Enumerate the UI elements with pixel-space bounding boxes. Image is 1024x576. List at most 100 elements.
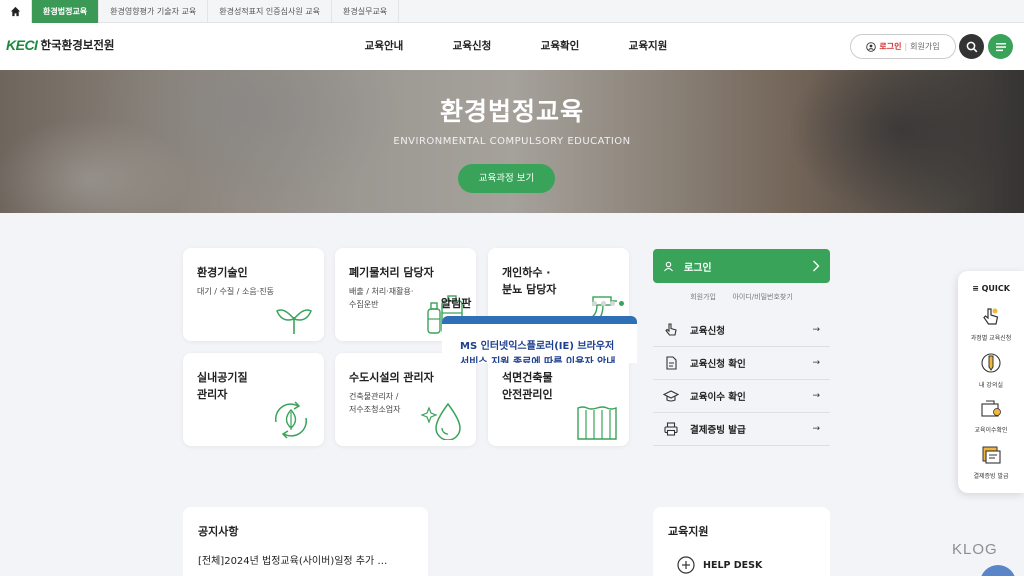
pointer-icon — [665, 323, 677, 336]
service-payment-receipt[interactable]: 결제증빙 발급 → — [653, 413, 830, 446]
login-bar-button[interactable]: 로그인 — [653, 249, 830, 283]
tab-eia-engineer-education[interactable]: 환경영향평가 기술자 교육 — [99, 0, 209, 23]
carousel-dot[interactable] — [592, 301, 597, 306]
search-icon — [966, 41, 977, 52]
login-join-pill: 로그인 | 회원가입 — [850, 34, 956, 59]
hamburger-icon — [995, 42, 1006, 51]
hero-banner: 환경법정교육 ENVIRONMENTAL COMPULSORY EDUCATIO… — [0, 70, 1024, 213]
card-environmental-technician[interactable]: 환경기술인 대기 / 수질 / 소음·진동 — [183, 248, 324, 341]
service-label: 교육신청 확인 — [690, 359, 746, 370]
menu-button[interactable] — [988, 34, 1013, 59]
notice-item[interactable]: [전체]2024년 법정교육(사이버)일정 추가 … — [198, 552, 387, 567]
banner-accent-strip — [442, 316, 637, 324]
card-title: 실내공기질 관리자 — [197, 371, 248, 401]
quick-item-label: 교육이수확인 — [974, 427, 1008, 434]
carousel-dot[interactable] — [601, 301, 606, 306]
quick-item-label: 과정별 교육신청 — [970, 335, 1012, 342]
site-tabs-bar: 환경법정교육 환경영향평가 기술자 교육 환경성적표지 인증심사원 교육 환경실… — [0, 0, 1024, 23]
help-desk-label: HELP DESK — [703, 559, 763, 571]
card-desc: 대기 / 수질 / 소음·진동 — [197, 287, 274, 296]
notice-panel: 공지사항 [전체]2024년 법정교육(사이버)일정 추가 … — [183, 507, 428, 576]
nav-education-info[interactable]: 교육안내 — [340, 23, 428, 70]
nav-education-apply[interactable]: 교육신청 — [428, 23, 516, 70]
user-icon — [664, 261, 673, 271]
banner-line-2: 서비스 지원 종료에 따른 이용자 안내 — [460, 357, 616, 363]
help-desk-icon — [677, 556, 695, 574]
alarm-board-title: 알림판 — [441, 297, 472, 310]
hero-title: 환경법정교육 — [439, 97, 584, 126]
receipt-icon — [982, 446, 1001, 464]
arrow-right-icon: → — [812, 391, 820, 401]
logo-name: 한국환경보전원 — [40, 38, 115, 52]
quick-item-label: 내 강의실 — [979, 382, 1003, 389]
card-title: 환경기술인 — [197, 266, 248, 279]
card-title: 폐기물처리 담당자 — [349, 266, 434, 279]
tab-environmental-practice-education[interactable]: 환경실무교육 — [332, 0, 400, 23]
site-logo[interactable]: KECI 한국환경보전원 — [6, 37, 115, 53]
watermark-logo: KLOG — [952, 541, 998, 558]
carousel-dot[interactable] — [610, 301, 615, 306]
alarm-banner[interactable]: MS 인터넷익스플로러(IE) 브라우저 서비스 지원 종료에 따른 이용자 안… — [442, 316, 637, 363]
service-label: 교육이수 확인 — [690, 392, 746, 403]
printer-icon — [664, 422, 678, 436]
notice-title: 공지사항 — [198, 525, 239, 538]
quick-item-label: 결제증빙 발급 — [973, 473, 1009, 480]
help-desk-link[interactable]: HELP DESK — [677, 556, 762, 574]
education-support-panel: 교육지원 HELP DESK — [653, 507, 830, 576]
support-title: 교육지원 — [668, 525, 709, 538]
banner-line-1: MS 인터넷익스플로러(IE) 브라우저 — [460, 341, 615, 352]
quick-course-apply[interactable]: 과정별 교육신청 — [958, 307, 1024, 342]
chevron-right-icon — [813, 260, 820, 272]
service-completion-check[interactable]: 교육이수 확인 → — [653, 380, 830, 413]
user-icon — [866, 41, 877, 52]
pencil-icon — [981, 353, 1001, 373]
quick-menu-title: QUICK — [981, 284, 1010, 293]
recycle-leaf-icon — [274, 401, 308, 439]
carousel-dot-active[interactable] — [619, 301, 624, 306]
main-nav: 교육안내 교육신청 교육확인 교육지원 — [340, 23, 692, 70]
carousel-dots — [592, 301, 624, 306]
card-title: 개인하수 · 분뇨 담당자 — [502, 266, 557, 296]
hero-subtitle: ENVIRONMENTAL COMPULSORY EDUCATION — [393, 136, 631, 147]
certificate-icon — [981, 400, 1001, 417]
building-panel-icon — [577, 406, 617, 440]
service-label: 결제증빙 발급 — [690, 425, 746, 436]
graduation-cap-icon — [663, 390, 679, 402]
quick-completion-check[interactable]: 교육이수확인 — [958, 399, 1024, 434]
quick-menu-header: ≡ QUICK — [958, 284, 1024, 293]
card-title: 수도시설의 관리자 — [349, 371, 434, 384]
nav-education-check[interactable]: 교육확인 — [516, 23, 604, 70]
account-links: 회원가입 아이디/비밀번호찾기 — [653, 292, 830, 302]
arrow-right-icon: → — [812, 325, 820, 335]
logo-mark: KECI — [6, 37, 38, 53]
tab-environmental-legal-education[interactable]: 환경법정교육 — [32, 0, 100, 23]
service-education-apply[interactable]: 교육신청 → — [653, 314, 830, 347]
join-link[interactable]: 회원가입 — [690, 293, 716, 301]
login-bar-label: 로그인 — [684, 262, 712, 274]
service-education-apply-check[interactable]: 교육신청 확인 → — [653, 347, 830, 380]
header-login-link[interactable]: 로그인 — [879, 41, 901, 52]
find-id-password-link[interactable]: 아이디/비밀번호찾기 — [732, 293, 792, 301]
header-join-link[interactable]: 회원가입 — [910, 41, 939, 52]
tab-eco-label-auditor-education[interactable]: 환경성적표지 인증심사원 교육 — [208, 0, 332, 23]
main-content: 환경기술인 대기 / 수질 / 소음·진동 폐기물처리 담당자 배출 / 처리·… — [0, 213, 1024, 576]
quick-my-classroom[interactable]: 내 강의실 — [958, 352, 1024, 389]
service-list: 교육신청 → 교육신청 확인 → 교육이수 확인 → 결제증빙 발급 → — [653, 314, 830, 446]
sprout-icon — [276, 309, 312, 334]
card-asbestos-safety-manager[interactable]: 석면건축물 안전관리인 — [488, 353, 629, 446]
card-indoor-air-manager[interactable]: 실내공기질 관리자 — [183, 353, 324, 446]
view-courses-button[interactable]: 교육과정 보기 — [458, 164, 555, 193]
home-button[interactable] — [0, 0, 32, 23]
quick-menu: ≡ QUICK 과정별 교육신청 내 강의실 교육이수확인 결제증빙 발급 — [958, 271, 1024, 493]
card-title: 석면건축물 안전관리인 — [502, 371, 553, 401]
header-separator: | — [904, 42, 908, 51]
nav-education-support[interactable]: 교육지원 — [604, 23, 692, 70]
water-drop-icon — [420, 402, 461, 440]
search-button[interactable] — [959, 34, 984, 59]
service-label: 교육신청 — [690, 326, 725, 337]
document-icon — [666, 356, 677, 370]
card-water-facility-manager[interactable]: 수도시설의 관리자 건축물관리자 / 저수조청소업자 — [335, 353, 476, 446]
site-header: KECI 한국환경보전원 교육안내 교육신청 교육확인 교육지원 로그인 | 회… — [0, 23, 1024, 70]
list-icon: ≡ — [972, 284, 979, 293]
quick-payment-receipt[interactable]: 결제증빙 발급 — [958, 445, 1024, 480]
